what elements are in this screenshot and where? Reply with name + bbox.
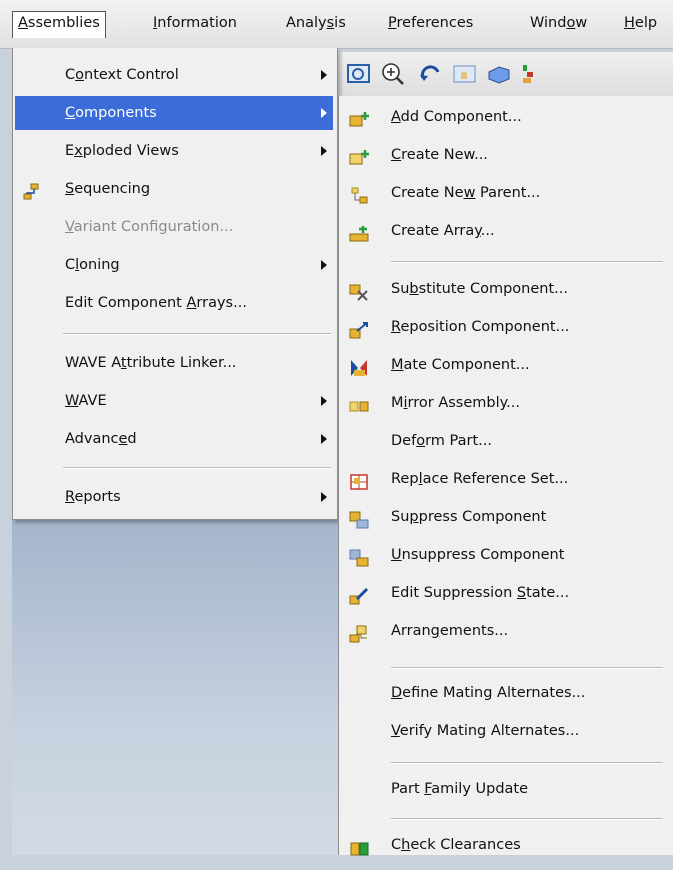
components-submenu: Add Component... Create New... Create Ne… xyxy=(338,96,673,856)
submenu-separator xyxy=(391,667,663,669)
submenu-separator xyxy=(391,818,663,820)
rotate-icon[interactable] xyxy=(418,62,444,86)
replace-reference-set-icon xyxy=(349,470,371,490)
submenu-item-verify-mating-alternates[interactable]: Verify Mating Alternates... xyxy=(339,714,673,748)
submenu-item-define-mating-alternates[interactable]: Define Mating Alternates... xyxy=(339,676,673,710)
submenu-item-check-clearances[interactable]: Check Clearances xyxy=(339,828,673,862)
chevron-right-icon xyxy=(321,396,327,406)
chevron-right-icon xyxy=(321,146,327,156)
reposition-component-icon xyxy=(349,318,371,339)
menu-information[interactable]: Information xyxy=(150,12,240,36)
submenu-item-substitute-component[interactable]: Substitute Component... xyxy=(339,272,673,306)
menu-window[interactable]: Window xyxy=(527,12,590,36)
submenu-item-add-component[interactable]: Add Component... xyxy=(339,100,673,134)
menu-preferences[interactable]: Preferences xyxy=(385,12,476,36)
menu-item-cloning[interactable]: Cloning xyxy=(15,248,333,282)
create-new-icon xyxy=(349,146,371,165)
chevron-right-icon xyxy=(321,434,327,444)
edit-suppression-state-icon xyxy=(349,584,371,605)
submenu-item-part-family-update[interactable]: Part Family Update xyxy=(339,772,673,806)
pan-icon[interactable] xyxy=(452,62,478,86)
menu-separator xyxy=(63,467,331,469)
menu-separator xyxy=(63,333,331,335)
create-array-icon xyxy=(349,222,371,242)
menu-bar: Assemblies Information Analysis Preferen… xyxy=(0,0,673,49)
submenu-item-deform-part[interactable]: Deform Part... xyxy=(339,424,673,458)
menu-item-sequencing[interactable]: Sequencing xyxy=(15,172,333,206)
menu-item-wave-attribute-linker[interactable]: WAVE Attribute Linker... xyxy=(15,346,333,380)
chevron-right-icon xyxy=(321,260,327,270)
substitute-component-icon xyxy=(349,280,371,301)
menu-item-edit-component-arrays[interactable]: Edit Component Arrays... xyxy=(15,286,333,320)
add-component-icon xyxy=(349,108,371,127)
menu-item-variant-configuration: Variant Configuration... xyxy=(65,219,234,235)
submenu-separator xyxy=(391,261,663,263)
chevron-right-icon xyxy=(321,492,327,502)
menu-item-components[interactable]: Components xyxy=(15,96,333,130)
submenu-separator xyxy=(391,762,663,764)
submenu-item-reposition-component[interactable]: Reposition Component... xyxy=(339,310,673,344)
zoom-icon[interactable] xyxy=(380,62,406,86)
suppress-component-icon xyxy=(349,508,371,529)
toolbar xyxy=(330,52,673,96)
menu-analysis[interactable]: Analysis xyxy=(283,12,349,36)
submenu-item-mirror-assembly[interactable]: Mirror Assembly... xyxy=(339,386,673,420)
menu-item-reports[interactable]: Reports xyxy=(15,480,333,514)
menu-item-exploded-views[interactable]: Exploded Views xyxy=(15,134,333,168)
unsuppress-component-icon xyxy=(349,546,371,567)
assembly-tool-icon[interactable] xyxy=(522,62,534,86)
menu-item-wave[interactable]: WAVE xyxy=(15,384,333,418)
mate-component-icon xyxy=(349,356,371,376)
menu-assemblies[interactable]: Assemblies xyxy=(12,11,106,38)
arrangements-icon xyxy=(349,622,371,643)
graphics-window xyxy=(12,520,338,855)
sequencing-icon xyxy=(23,180,41,200)
submenu-item-edit-suppression-state[interactable]: Edit Suppression State... xyxy=(339,576,673,610)
submenu-item-replace-reference-set[interactable]: Replace Reference Set... xyxy=(339,462,673,496)
menu-item-advanced[interactable]: Advanced xyxy=(15,422,333,456)
mirror-assembly-icon xyxy=(349,394,371,412)
menu-item-context-control[interactable]: Context Control xyxy=(15,58,333,92)
fit-view-icon[interactable] xyxy=(346,62,372,86)
check-clearances-icon xyxy=(349,836,371,856)
assemblies-menu: Context Control Components Exploded View… xyxy=(12,48,338,520)
submenu-item-suppress-component[interactable]: Suppress Component xyxy=(339,500,673,534)
submenu-item-create-array[interactable]: Create Array... xyxy=(339,214,673,248)
submenu-item-create-new-parent[interactable]: Create New Parent... xyxy=(339,176,673,210)
view-orient-icon[interactable] xyxy=(486,62,512,86)
chevron-right-icon xyxy=(321,108,327,118)
submenu-item-unsuppress-component[interactable]: Unsuppress Component xyxy=(339,538,673,572)
submenu-item-create-new[interactable]: Create New... xyxy=(339,138,673,172)
submenu-item-mate-component[interactable]: Mate Component... xyxy=(339,348,673,382)
create-new-parent-icon xyxy=(349,184,371,204)
menu-help[interactable]: Help xyxy=(621,12,660,36)
chevron-right-icon xyxy=(321,70,327,80)
submenu-item-arrangements[interactable]: Arrangements... xyxy=(339,614,673,648)
